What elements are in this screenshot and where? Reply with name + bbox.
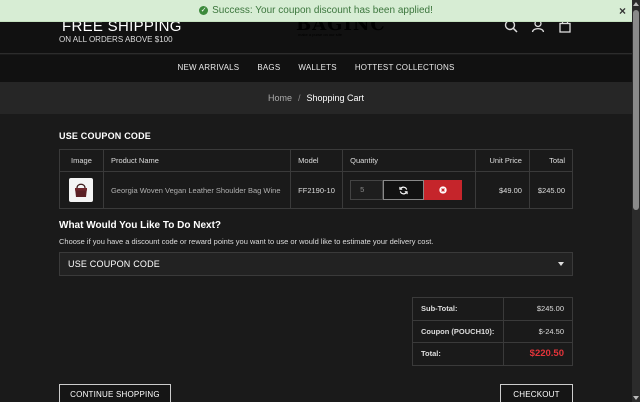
breadcrumb-current: Shopping Cart <box>306 93 365 103</box>
header-total: Total <box>528 149 574 172</box>
subtotal-label: Sub-Total: <box>412 297 504 321</box>
update-quantity-button[interactable] <box>383 180 425 200</box>
nav-item-hottest-collections[interactable]: HOTTEST COLLECTIONS <box>355 55 455 82</box>
table-row: Georgia Woven Vegan Leather Shoulder Bag… <box>59 171 574 209</box>
next-steps-description: Choose if you have a discount code or re… <box>59 237 434 246</box>
main-nav: NEW ARRIVALS BAGS WALLETS HOTTEST COLLEC… <box>0 55 632 82</box>
refresh-icon <box>399 186 408 194</box>
coupon-section-title: USE COUPON CODE <box>59 131 152 141</box>
quantity-group: 5 <box>350 180 468 200</box>
header-unit-price: Unit Price <box>475 149 530 172</box>
breadcrumb: Home / Shopping Cart <box>0 82 632 114</box>
scroll-down-arrow-icon[interactable] <box>633 396 639 400</box>
cart-header-row: Image Product Name Model Quantity Unit P… <box>59 149 574 172</box>
breadcrumb-home[interactable]: Home <box>268 93 292 103</box>
nav-item-bags[interactable]: BAGS <box>257 55 280 82</box>
cart-table: Image Product Name Model Quantity Unit P… <box>59 149 574 209</box>
product-thumbnail[interactable] <box>69 178 94 202</box>
remove-item-button[interactable] <box>424 180 463 200</box>
header-product-name: Product Name <box>102 149 292 172</box>
checkout-button[interactable]: CHECKOUT <box>500 384 573 402</box>
product-image-cell <box>59 171 104 209</box>
page-scrollbar[interactable] <box>632 0 640 402</box>
product-name-link[interactable]: Georgia Woven Vegan Leather Shoulder Bag… <box>111 186 281 195</box>
continue-shopping-button[interactable]: CONTINUE SHOPPING <box>59 384 171 402</box>
coupon-row: Coupon (POUCH10): $-24.50 <box>412 319 573 343</box>
subtotal-value: $245.00 <box>503 297 573 321</box>
success-alert: ✓ Success: Your coupon discount has been… <box>0 0 632 22</box>
quantity-input[interactable]: 5 <box>350 180 384 200</box>
total-row: Total: $220.50 <box>412 342 573 366</box>
product-model: FF2190-10 <box>290 171 344 209</box>
coupon-accordion-toggle[interactable]: USE COUPON CODE <box>59 252 573 276</box>
header-image: Image <box>59 149 104 172</box>
logo-tagline: make a purse on our site <box>298 32 343 37</box>
coupon-label: Coupon (POUCH10): <box>412 319 504 343</box>
unit-price: $49.00 <box>475 171 530 209</box>
total-value: $220.50 <box>503 342 573 366</box>
header-quantity: Quantity <box>342 149 477 172</box>
nav-item-wallets[interactable]: WALLETS <box>298 55 336 82</box>
remove-circle-icon <box>439 186 447 194</box>
row-total: $245.00 <box>528 171 574 209</box>
total-label: Total: <box>412 342 504 366</box>
scroll-up-arrow-icon[interactable] <box>633 2 639 6</box>
scroll-thumb[interactable] <box>633 10 639 210</box>
nav-item-new-arrivals[interactable]: NEW ARRIVALS <box>178 55 240 82</box>
totals-table: Sub-Total: $245.00 Coupon (POUCH10): $-2… <box>412 297 573 366</box>
quantity-cell: 5 <box>342 171 477 209</box>
check-circle-icon: ✓ <box>199 6 209 15</box>
shipping-subtitle: ON ALL ORDERS ABOVE $100 <box>59 35 173 44</box>
coupon-accordion-label: USE COUPON CODE <box>68 259 161 269</box>
breadcrumb-separator: / <box>297 93 301 103</box>
next-steps-title: What Would You Like To Do Next? <box>59 220 222 231</box>
product-name-cell: Georgia Woven Vegan Leather Shoulder Bag… <box>102 171 292 209</box>
alert-message: Success: Your coupon discount has been a… <box>212 5 433 16</box>
caret-down-icon <box>558 262 564 266</box>
coupon-value: $-24.50 <box>503 319 573 343</box>
subtotal-row: Sub-Total: $245.00 <box>412 297 573 321</box>
close-alert-button[interactable]: × <box>619 4 626 18</box>
header-model: Model <box>290 149 344 172</box>
